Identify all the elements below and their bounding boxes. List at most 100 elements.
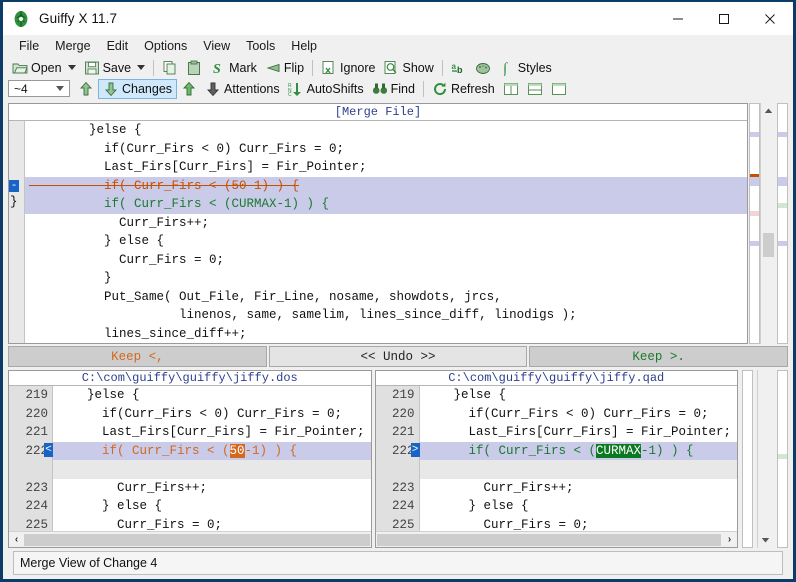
left-line-numbers: 219 220 221 222 223 224 225 226 227 228 … bbox=[9, 386, 53, 531]
diffmap-segment bbox=[778, 454, 787, 459]
refresh-label: Refresh bbox=[451, 82, 495, 96]
ignore-icon bbox=[321, 60, 337, 76]
code-line: Last_Firs[Curr_Firs] = Fir_Pointer; bbox=[420, 423, 738, 442]
maximize-button[interactable] bbox=[701, 2, 747, 35]
ab-compare-button[interactable]: ab bbox=[447, 59, 471, 77]
menu-view[interactable]: View bbox=[195, 36, 238, 56]
mark-button[interactable]: S Mark bbox=[206, 59, 261, 77]
merge-file-panel: [Merge File] - } }else { if(Curr_Firs < … bbox=[8, 103, 748, 344]
folder-open-icon bbox=[12, 60, 28, 76]
toolbar-secondary: ~4 Changes Attentions bbox=[3, 78, 793, 99]
merge-scroll-thumb[interactable] bbox=[763, 233, 774, 257]
menu-merge[interactable]: Merge bbox=[47, 36, 98, 56]
keep-right-button[interactable]: Keep >. bbox=[529, 346, 788, 367]
left-pane-body[interactable]: 219 220 221 222 223 224 225 226 227 228 … bbox=[9, 386, 371, 531]
scroll-down-arrow-icon[interactable] bbox=[758, 532, 773, 546]
menu-options[interactable]: Options bbox=[136, 36, 195, 56]
line-number-gap bbox=[9, 460, 48, 479]
right-horizontal-scrollbar[interactable]: › bbox=[376, 531, 738, 547]
chevron-down-icon[interactable] bbox=[56, 86, 64, 91]
right-code-area[interactable]: }else { if(Curr_Firs < 0) Curr_Firs = 0;… bbox=[420, 386, 738, 531]
merge-file-body[interactable]: - } }else { if(Curr_Firs < 0) Curr_Firs … bbox=[9, 121, 747, 343]
left-code-area[interactable]: }else { if(Curr_Firs < 0) Curr_Firs = 0;… bbox=[53, 386, 371, 531]
merge-code-area[interactable]: }else { if(Curr_Firs < 0) Curr_Firs = 0;… bbox=[25, 121, 747, 343]
scroll-left-arrow-icon[interactable]: ‹ bbox=[9, 534, 24, 545]
window-controls bbox=[655, 2, 793, 35]
change-count-value: ~4 bbox=[14, 82, 28, 96]
line-number: 220 bbox=[376, 405, 415, 424]
diffmap-segment bbox=[750, 132, 759, 137]
merge-gutter[interactable]: - } bbox=[9, 121, 25, 343]
merge-diffmap-left[interactable] bbox=[749, 103, 760, 344]
line-number: 225 bbox=[9, 516, 48, 532]
open-button[interactable]: Open bbox=[8, 59, 80, 77]
ab-compare-icon: ab bbox=[451, 60, 467, 76]
merge-diffmap-right[interactable] bbox=[777, 103, 788, 344]
layout-vertical-button[interactable] bbox=[499, 80, 523, 98]
attentions-label: Attentions bbox=[224, 82, 280, 96]
code-diff-token: 50 bbox=[230, 444, 245, 458]
left-hscroll-thumb[interactable] bbox=[24, 534, 370, 546]
copy-button[interactable] bbox=[158, 59, 182, 77]
refresh-button[interactable]: Refresh bbox=[428, 80, 499, 98]
merge-change-marker[interactable]: - bbox=[9, 180, 19, 192]
menu-bar: File Merge Edit Options View Tools Help bbox=[3, 35, 793, 57]
change-count-combo[interactable]: ~4 bbox=[8, 80, 70, 97]
prev-change-button[interactable] bbox=[74, 80, 98, 98]
merge-vertical-scrollbar[interactable] bbox=[760, 103, 776, 344]
styles-button[interactable]: ∫ Styles bbox=[495, 59, 556, 77]
panes-diffmap-left[interactable] bbox=[742, 370, 753, 548]
minimize-button[interactable] bbox=[655, 2, 701, 35]
merge-line: }else { bbox=[25, 121, 747, 140]
menu-file[interactable]: File bbox=[11, 36, 47, 56]
ignore-button[interactable]: Ignore bbox=[317, 59, 379, 77]
panes-vertical-scrollbar[interactable] bbox=[757, 370, 773, 548]
status-bar: Merge View of Change 4 bbox=[13, 551, 783, 575]
code-line: if(Curr_Firs < 0) Curr_Firs = 0; bbox=[420, 405, 738, 424]
close-button[interactable] bbox=[747, 2, 793, 35]
toolbar-separator-4 bbox=[423, 81, 424, 97]
panes-diffmap-right[interactable] bbox=[777, 370, 788, 548]
layout-single-icon bbox=[551, 81, 567, 97]
left-change-marker[interactable]: < bbox=[44, 443, 53, 457]
flip-button[interactable]: Flip bbox=[261, 59, 308, 77]
left-horizontal-scrollbar[interactable]: ‹ bbox=[9, 531, 371, 547]
prev-attention-button[interactable] bbox=[177, 80, 201, 98]
palette-button[interactable] bbox=[471, 59, 495, 77]
paste-button[interactable] bbox=[182, 59, 206, 77]
undo-button[interactable]: << Undo >> bbox=[269, 346, 528, 367]
layout-horizontal-button[interactable] bbox=[523, 80, 547, 98]
code-line-changed: if( Curr_Firs < (50-1) ) { bbox=[53, 442, 371, 461]
menu-edit[interactable]: Edit bbox=[99, 36, 137, 56]
line-number: 219 bbox=[9, 386, 48, 405]
line-number: 221 bbox=[9, 423, 48, 442]
save-dropdown-caret[interactable] bbox=[137, 65, 145, 70]
code-line-gap bbox=[420, 460, 738, 479]
scroll-right-arrow-icon[interactable]: › bbox=[722, 534, 737, 545]
main-content: [Merge File] - } }else { if(Curr_Firs < … bbox=[3, 99, 793, 579]
refresh-icon bbox=[432, 81, 448, 97]
code-line: } else { bbox=[53, 497, 371, 516]
diffmap-segment bbox=[778, 132, 787, 137]
layout-single-button[interactable] bbox=[547, 80, 571, 98]
changes-button[interactable]: Changes bbox=[98, 79, 177, 99]
line-number: 222 bbox=[9, 442, 48, 461]
show-magnifier-icon bbox=[383, 60, 399, 76]
menu-tools[interactable]: Tools bbox=[238, 36, 283, 56]
show-button[interactable]: Show bbox=[379, 59, 437, 77]
scroll-up-arrow-icon[interactable] bbox=[761, 103, 776, 118]
save-disk-icon bbox=[84, 60, 100, 76]
code-line: Last_Firs[Curr_Firs] = Fir_Pointer; bbox=[53, 423, 371, 442]
menu-help[interactable]: Help bbox=[283, 36, 325, 56]
toolbar-separator-1 bbox=[153, 60, 154, 76]
autoshifts-button[interactable]: RNC AutoShifts bbox=[284, 80, 368, 98]
attentions-button[interactable]: Attentions bbox=[201, 80, 284, 98]
find-button[interactable]: Find bbox=[368, 80, 419, 98]
save-button[interactable]: Save bbox=[80, 59, 150, 77]
right-pane-body[interactable]: 219 220 221 222 223 224 225 226 227 228 … bbox=[376, 386, 738, 531]
right-hscroll-thumb[interactable] bbox=[377, 534, 722, 546]
keep-left-button[interactable]: Keep <, bbox=[8, 346, 267, 367]
right-change-marker[interactable]: > bbox=[411, 443, 420, 457]
open-dropdown-caret[interactable] bbox=[68, 65, 76, 70]
save-label: Save bbox=[103, 61, 132, 75]
